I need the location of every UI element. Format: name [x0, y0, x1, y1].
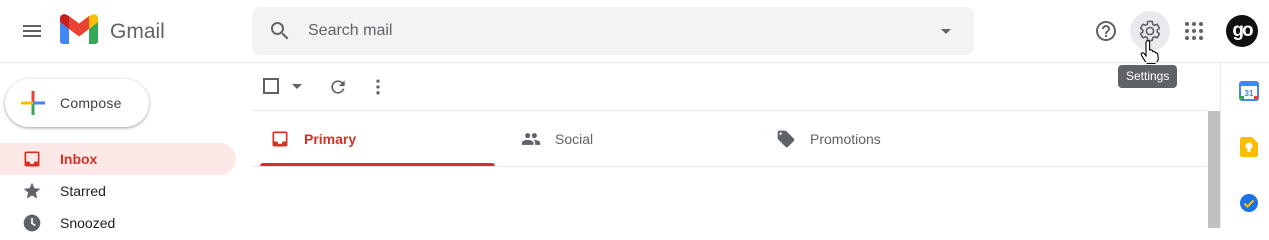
tab-promotions[interactable]: Promotions: [766, 111, 1001, 166]
inbox-icon: [270, 129, 290, 149]
tab-social[interactable]: Social: [511, 111, 746, 166]
clock-icon: [22, 213, 42, 233]
calendar-date-text: 31: [1245, 89, 1254, 98]
side-panel-divider: [1220, 63, 1221, 228]
search-bar: [252, 7, 974, 55]
search-icon: [268, 19, 292, 43]
tab-primary[interactable]: Primary: [260, 111, 495, 166]
tab-label: Social: [555, 131, 594, 147]
header-divider: [0, 62, 1269, 63]
sidebar-item-label: Snoozed: [60, 215, 116, 231]
keep-icon: [1240, 137, 1258, 157]
help-icon: [1094, 19, 1118, 43]
tab-label: Promotions: [810, 131, 881, 147]
compose-button[interactable]: Compose: [5, 79, 149, 127]
sidebar-item-label: Starred: [60, 183, 106, 199]
gmail-logo[interactable]: [60, 14, 98, 46]
tasks-icon: [1239, 193, 1259, 213]
inbox-icon: [22, 149, 42, 169]
hamburger-icon: [20, 19, 44, 43]
google-apps-button[interactable]: [1174, 11, 1214, 51]
sidebar-item-snoozed[interactable]: Snoozed: [0, 207, 236, 239]
more-vertical-icon: [368, 77, 388, 97]
compose-plus-icon: [21, 91, 45, 115]
sidebar-item-inbox[interactable]: Inbox: [0, 143, 236, 175]
apps-grid-icon: [1182, 19, 1206, 43]
calendar-app-button[interactable]: 31: [1236, 78, 1262, 104]
search-input[interactable]: [308, 7, 908, 55]
support-button[interactable]: [1086, 11, 1126, 51]
more-options-button[interactable]: [360, 69, 396, 105]
settings-tooltip: Settings: [1118, 65, 1178, 88]
select-all-checkbox[interactable]: [262, 71, 310, 103]
tag-icon: [776, 129, 796, 149]
checkbox-icon: [262, 77, 282, 97]
people-icon: [521, 129, 541, 149]
brand-name: Gmail: [110, 20, 165, 43]
scrollbar-thumb[interactable]: [1208, 111, 1220, 228]
search-button[interactable]: [260, 11, 300, 51]
compose-label: Compose: [60, 95, 122, 111]
refresh-button[interactable]: [320, 69, 356, 105]
calendar-icon: 31: [1239, 81, 1259, 101]
account-avatar[interactable]: go: [1226, 15, 1258, 47]
star-icon: [22, 181, 42, 201]
caret-down-icon: [292, 84, 302, 90]
hand-cursor-icon: [1140, 40, 1160, 64]
tab-label: Primary: [304, 131, 357, 147]
sidebar-item-starred[interactable]: Starred: [0, 175, 236, 207]
main-menu-button[interactable]: [12, 11, 52, 51]
tabs-divider: [252, 166, 1207, 167]
keep-app-button[interactable]: [1236, 134, 1262, 160]
search-options-button[interactable]: [930, 15, 962, 47]
refresh-icon: [328, 77, 348, 97]
sidebar-item-label: Inbox: [60, 151, 98, 167]
tasks-app-button[interactable]: [1236, 190, 1262, 216]
caret-down-icon: [934, 19, 958, 43]
